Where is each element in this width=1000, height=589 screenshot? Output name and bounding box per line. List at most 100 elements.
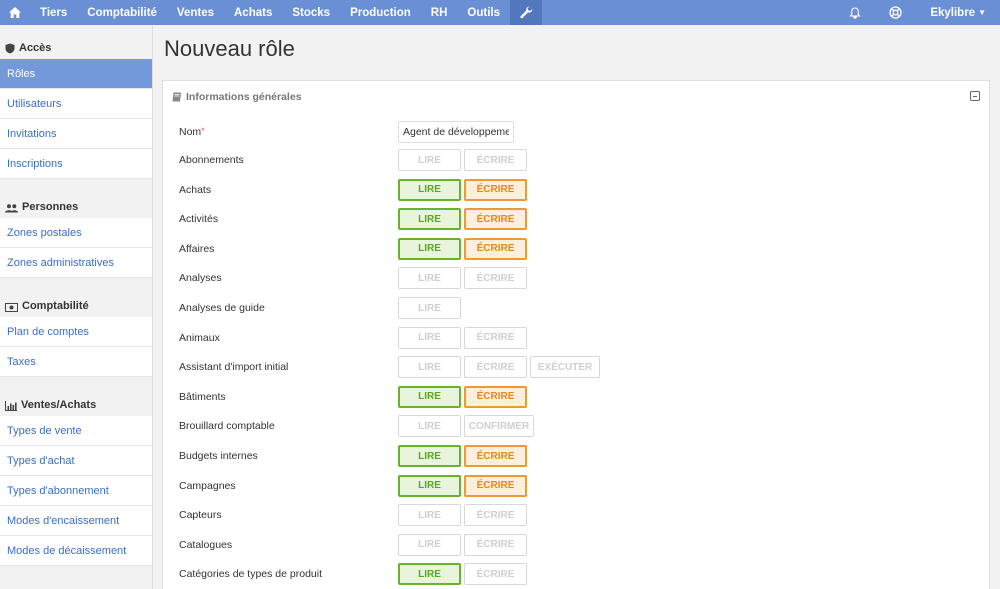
read-toggle-button[interactable]: LIRE	[398, 563, 461, 586]
write-toggle-button[interactable]: ÉCRIRE	[464, 563, 527, 586]
bell-icon	[849, 6, 861, 19]
sidebar-item-plan-de-comptes[interactable]: Plan de comptes	[0, 317, 152, 347]
write-toggle-button[interactable]: ÉCRIRE	[464, 149, 527, 171]
read-toggle-button[interactable]: LIRE	[398, 237, 461, 260]
sidebar-item-types-d-abonnement[interactable]: Types d'abonnement	[0, 476, 152, 506]
write-toggle-button[interactable]: ÉCRIRE	[464, 504, 527, 527]
sidebar: Accès Rôles Utilisateurs Invitations Ins…	[0, 25, 153, 589]
permission-row: Catalogues LIRE ÉCRIRE	[179, 533, 979, 557]
write-toggle-button[interactable]: ÉCRIRE	[464, 267, 527, 290]
lifebuoy-icon	[889, 6, 902, 19]
permission-row: Analyses de guide LIRE	[179, 296, 979, 320]
nav-rh[interactable]: RH	[421, 0, 458, 25]
sidebar-item-roles[interactable]: Rôles	[0, 59, 152, 89]
home-icon	[9, 7, 21, 18]
collapse-button[interactable]	[970, 91, 980, 101]
read-toggle-button[interactable]: LIRE	[398, 149, 461, 171]
sidebar-item-inscriptions[interactable]: Inscriptions	[0, 149, 152, 179]
chevron-down-icon: ▼	[978, 8, 986, 17]
write-toggle-button[interactable]: ÉCRIRE	[464, 208, 527, 231]
people-icon	[5, 204, 18, 213]
permission-row: Campagnes LIRE ÉCRIRE	[179, 474, 979, 498]
read-toggle-button[interactable]: LIRE	[398, 208, 461, 231]
sidebar-item-taxes[interactable]: Taxes	[0, 347, 152, 377]
main-content: Nouveau rôle Informations générales Nom*…	[153, 25, 1000, 589]
write-toggle-button[interactable]: ÉCRIRE	[464, 385, 527, 408]
permission-label: Assistant d'import initial	[179, 361, 289, 374]
nav-stocks[interactable]: Stocks	[282, 0, 340, 25]
nav-outils[interactable]: Outils	[457, 0, 510, 25]
read-toggle-button[interactable]: LIRE	[398, 445, 461, 467]
sidebar-item-modes-d-encaissement[interactable]: Modes d'encaissement	[0, 506, 152, 536]
confirm-toggle-button[interactable]: CONFIRMER	[464, 415, 534, 438]
notifications-button[interactable]	[835, 0, 875, 25]
permission-label: Catalogues	[179, 538, 233, 551]
name-input[interactable]	[398, 121, 514, 143]
permission-label: Affaires	[179, 242, 215, 255]
panel-header: Informations générales	[163, 81, 989, 112]
permission-row: Abonnements LIRE ÉCRIRE	[179, 148, 979, 172]
permission-label: Brouillard comptable	[179, 420, 275, 433]
nav-ventes[interactable]: Ventes	[167, 0, 224, 25]
permission-row: Achats LIRE ÉCRIRE	[179, 178, 979, 202]
permission-row: Capteurs LIRE ÉCRIRE	[179, 503, 979, 527]
permission-label: Animaux	[179, 331, 220, 344]
nav-achats[interactable]: Achats	[224, 0, 282, 25]
permission-label: Bâtiments	[179, 390, 226, 403]
sidebar-item-zones-administratives[interactable]: Zones administratives	[0, 248, 152, 278]
write-toggle-button[interactable]: ÉCRIRE	[464, 533, 527, 556]
read-toggle-button[interactable]: LIRE	[398, 178, 461, 201]
permission-label: Capteurs	[179, 509, 222, 522]
read-toggle-button[interactable]: LIRE	[398, 297, 461, 319]
permission-label: Abonnements	[179, 154, 244, 166]
write-toggle-button[interactable]: ÉCRIRE	[464, 445, 527, 467]
execute-toggle-button[interactable]: EXÉCUTER	[530, 356, 600, 379]
write-toggle-button[interactable]: ÉCRIRE	[464, 474, 527, 497]
read-toggle-button[interactable]: LIRE	[398, 356, 461, 379]
bar-chart-icon	[5, 401, 17, 411]
permission-label: Catégories de types de produit	[179, 568, 323, 581]
settings-button[interactable]	[510, 0, 542, 25]
read-toggle-button[interactable]: LIRE	[398, 504, 461, 527]
read-toggle-button[interactable]: LIRE	[398, 474, 461, 497]
permission-row: Assistant d'import initial LIRE ÉCRIRE EXÉC…	[179, 355, 979, 379]
read-toggle-button[interactable]: LIRE	[398, 267, 461, 290]
nav-production[interactable]: Production	[340, 0, 421, 25]
nav-tiers[interactable]: Tiers	[30, 0, 77, 25]
sidebar-item-invitations[interactable]: Invitations	[0, 119, 152, 149]
write-toggle-button[interactable]: ÉCRIRE	[464, 326, 527, 349]
sidebar-item-types-d-achat[interactable]: Types d'achat	[0, 446, 152, 476]
sidebar-section-comptabilite: Comptabilité	[0, 278, 152, 317]
nav-comptabilite[interactable]: Comptabilité	[77, 0, 167, 25]
permission-row: Brouillard comptable LIRE CONFIRMER	[179, 414, 979, 438]
home-button[interactable]	[0, 0, 30, 25]
permission-label: Analyses de guide	[179, 302, 265, 314]
permission-label: Activités	[179, 213, 219, 226]
read-toggle-button[interactable]: LIRE	[398, 385, 461, 408]
read-toggle-button[interactable]: LIRE	[398, 415, 461, 438]
permission-row: Bâtiments LIRE ÉCRIRE	[179, 385, 979, 409]
sidebar-item-modes-de-decaissement[interactable]: Modes de décaissement	[0, 536, 152, 566]
sidebar-section-personnes: Personnes	[0, 179, 152, 218]
sidebar-item-types-de-vente[interactable]: Types de vente	[0, 416, 152, 446]
sidebar-section-title: Comptabilité	[22, 300, 89, 312]
sidebar-section-title: Accès	[19, 42, 52, 54]
top-navbar: Tiers Comptabilité Ventes Achats Stocks …	[0, 0, 1000, 25]
name-label: Nom*	[179, 126, 205, 138]
sidebar-item-utilisateurs[interactable]: Utilisateurs	[0, 89, 152, 119]
write-toggle-button[interactable]: ÉCRIRE	[464, 237, 527, 260]
help-button[interactable]	[875, 0, 916, 25]
read-toggle-button[interactable]: LIRE	[398, 326, 461, 349]
sidebar-section-acces: Accès	[0, 25, 152, 59]
sidebar-section-ventes-achats: Ventes/Achats	[0, 377, 152, 416]
permission-label: Analyses	[179, 272, 222, 285]
permission-label: Achats	[179, 183, 212, 196]
write-toggle-button[interactable]: ÉCRIRE	[464, 356, 527, 379]
sidebar-item-zones-postales[interactable]: Zones postales	[0, 218, 152, 248]
user-menu[interactable]: Ekylibre ▼	[916, 0, 1000, 25]
sidebar-section-title: Personnes	[22, 201, 79, 213]
sidebar-section-title: Ventes/Achats	[21, 399, 97, 411]
permission-row: Activités LIRE ÉCRIRE	[179, 207, 979, 231]
read-toggle-button[interactable]: LIRE	[398, 533, 461, 556]
write-toggle-button[interactable]: ÉCRIRE	[464, 178, 527, 201]
